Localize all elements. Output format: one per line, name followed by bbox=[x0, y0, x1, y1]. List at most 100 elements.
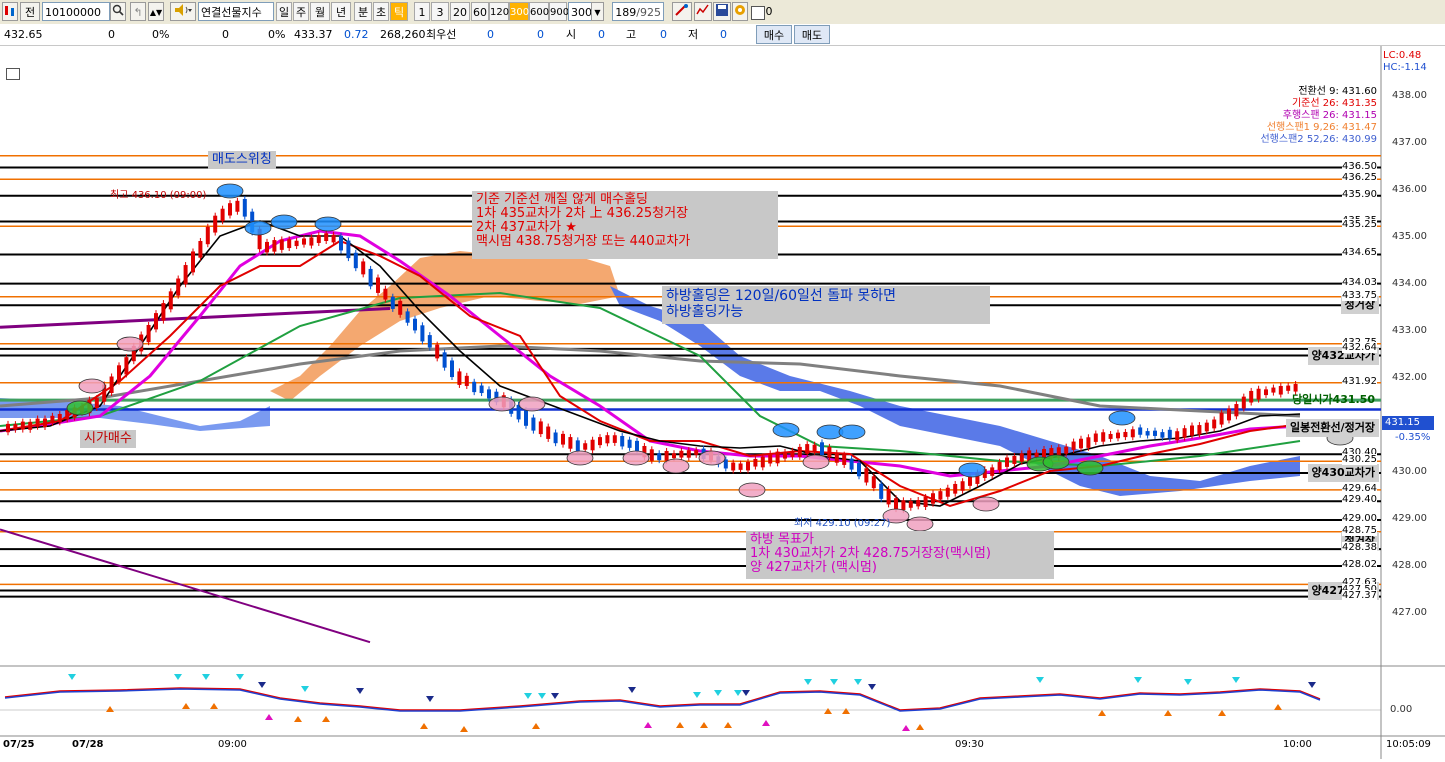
tools-icon[interactable] bbox=[672, 2, 692, 21]
period-3[interactable]: 3 bbox=[431, 2, 449, 21]
candle-up bbox=[220, 208, 225, 222]
osc-signal-arrow bbox=[804, 679, 812, 685]
period-600[interactable]: 600 bbox=[529, 2, 549, 21]
candle-up bbox=[746, 461, 750, 471]
price-tick-label: 436.00 bbox=[1392, 184, 1427, 195]
osc-signal-arrow bbox=[294, 716, 302, 722]
candle-up bbox=[294, 240, 299, 247]
candle-up bbox=[1086, 437, 1091, 448]
tab-day[interactable]: 일 bbox=[276, 2, 292, 21]
panel2-line-1: 하방홀딩은 120일/60일선 돌파 못하면 bbox=[666, 288, 897, 304]
chevron-down-icon[interactable]: ▼ bbox=[591, 2, 604, 21]
candle-down bbox=[849, 458, 854, 470]
candle-up bbox=[272, 240, 277, 252]
page-input[interactable]: 189/925 bbox=[612, 2, 664, 21]
level-price-label: 430.25 bbox=[1342, 454, 1377, 466]
osc-signal-arrow bbox=[916, 724, 924, 730]
signal-marker bbox=[622, 450, 650, 466]
gear-icon[interactable] bbox=[732, 2, 748, 21]
candle-up bbox=[812, 444, 817, 453]
osc-signal-arrow bbox=[532, 723, 540, 729]
osc-signal-arrow bbox=[182, 703, 190, 709]
candle-up bbox=[1241, 396, 1246, 409]
period-120[interactable]: 120 bbox=[489, 2, 509, 21]
tab-second[interactable]: 초 bbox=[373, 2, 389, 21]
high-label: 고 bbox=[626, 28, 637, 41]
candle-up bbox=[1071, 441, 1076, 450]
osc-signal-arrow bbox=[1184, 679, 1192, 685]
legend-item: 선행스팬2 52,26: 430.99 bbox=[1260, 134, 1377, 145]
candle-down bbox=[553, 432, 558, 444]
sell-button[interactable]: 매도 bbox=[794, 25, 830, 44]
link-icon[interactable]: ↰ bbox=[130, 2, 146, 21]
buy-button[interactable]: 매수 bbox=[756, 25, 792, 44]
candle-down bbox=[1138, 427, 1143, 435]
chart-area[interactable]: LC:0.48 HC:-1.14 전환선 9: 431.60 기준선 26: 43… bbox=[0, 46, 1445, 759]
line-chart-icon[interactable] bbox=[694, 2, 712, 21]
osc-signal-arrow bbox=[202, 674, 210, 680]
speaker-icon[interactable] bbox=[170, 2, 196, 21]
osc-signal-arrow bbox=[174, 674, 182, 680]
candle-up bbox=[124, 357, 129, 375]
candle-up bbox=[908, 501, 913, 508]
candle-up bbox=[1123, 431, 1128, 438]
osc-signal-arrow bbox=[1232, 677, 1240, 683]
grid-toggle-icon[interactable] bbox=[6, 68, 20, 80]
price-tick-label: 438.00 bbox=[1392, 90, 1427, 101]
candle-up bbox=[168, 291, 173, 310]
period-300[interactable]: 300 bbox=[509, 2, 529, 21]
candle-up bbox=[1108, 433, 1113, 439]
candle-up bbox=[945, 487, 950, 497]
candle-up bbox=[1034, 452, 1039, 458]
signal-marker bbox=[78, 378, 106, 394]
candle-up bbox=[997, 461, 1002, 471]
price-tick-label: 432.00 bbox=[1392, 372, 1427, 383]
level-price-label: 431.92 bbox=[1342, 375, 1377, 387]
osc-signal-arrow bbox=[538, 693, 546, 699]
osc-signal-arrow bbox=[824, 708, 832, 714]
low-value: 0 bbox=[720, 28, 727, 41]
osc-signal-arrow bbox=[460, 726, 468, 732]
candle-up bbox=[768, 453, 773, 464]
candle-up bbox=[612, 435, 617, 443]
osc-signal-arrow bbox=[693, 692, 701, 698]
price-tick-label: 433.00 bbox=[1392, 325, 1427, 336]
tab-week[interactable]: 주 bbox=[293, 2, 309, 21]
tab-month[interactable]: 월 bbox=[310, 2, 330, 21]
spin-icon[interactable]: ▲▼ bbox=[148, 2, 164, 21]
tab-minute[interactable]: 분 bbox=[354, 2, 372, 21]
buy-strategy-panel: 기준 기준선 깨질 않게 매수홀딩 1차 435교차가 2차 上 436.25청… bbox=[472, 191, 778, 259]
search-icon[interactable] bbox=[110, 2, 126, 21]
price-tick-label: 435.00 bbox=[1392, 231, 1427, 242]
instrument-name[interactable]: 연결선물지수 bbox=[198, 2, 274, 21]
osc-signal-arrow bbox=[842, 708, 850, 714]
candle-up bbox=[694, 450, 699, 455]
panel1-line-1: 기준 기준선 깨질 않게 매수홀딩 bbox=[476, 192, 649, 207]
candle-up bbox=[672, 453, 676, 459]
level-price-label: 428.75 bbox=[1342, 524, 1377, 536]
open-label: 시 bbox=[566, 28, 577, 41]
osc-signal-arrow bbox=[1036, 677, 1044, 683]
candle-up bbox=[1019, 453, 1024, 462]
price-tick-label: 428.00 bbox=[1392, 560, 1427, 571]
chart-type-icon[interactable] bbox=[2, 2, 18, 21]
signal-marker bbox=[838, 424, 866, 440]
candle-down bbox=[339, 235, 343, 251]
mode-button[interactable]: 전 bbox=[20, 2, 40, 21]
candle-up bbox=[13, 424, 18, 430]
period-900[interactable]: 900 bbox=[549, 2, 569, 21]
candle-up bbox=[1012, 455, 1017, 465]
period-20[interactable]: 20 bbox=[450, 2, 470, 21]
save-icon[interactable] bbox=[713, 2, 731, 21]
signal-marker bbox=[518, 396, 546, 412]
candle-down bbox=[1145, 431, 1150, 436]
tab-year[interactable]: 년 bbox=[331, 2, 351, 21]
option-checkbox[interactable] bbox=[751, 6, 765, 20]
indicator-legend: 전환선 9: 431.60 기준선 26: 431.35 후행스팬 26: 431.… bbox=[1260, 86, 1377, 146]
period-60[interactable]: 60 bbox=[471, 2, 489, 21]
candle-up bbox=[6, 423, 10, 433]
candle-up bbox=[1005, 457, 1009, 467]
code-input[interactable]: 10100000 bbox=[42, 2, 110, 21]
period-1[interactable]: 1 bbox=[414, 2, 430, 21]
tab-tick[interactable]: 틱 bbox=[390, 2, 408, 21]
